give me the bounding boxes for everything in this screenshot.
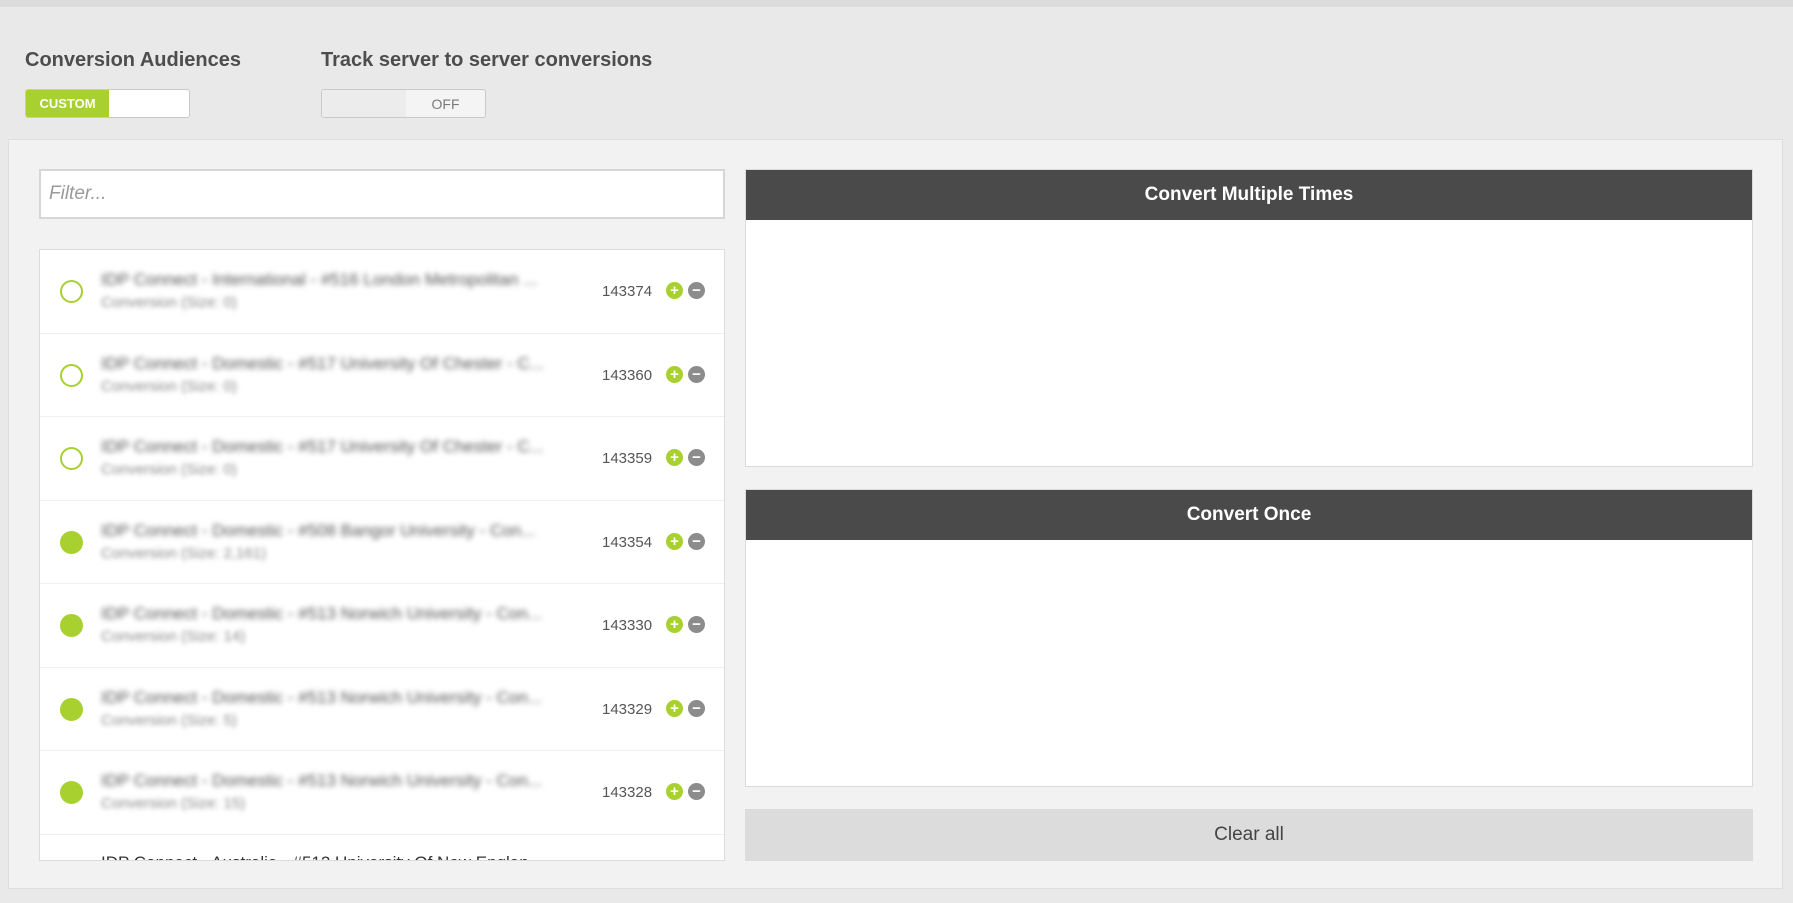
plus-circle-icon[interactable]: +	[666, 365, 683, 383]
convert-once-header: Convert Once	[746, 490, 1752, 540]
audience-subtitle: Conversion (Size: 15)	[101, 795, 246, 812]
convert-multiple-times-box[interactable]: Convert Multiple Times	[745, 169, 1753, 467]
audience-title: IDP Connect - Domestic - #517 University…	[101, 353, 544, 373]
minus-circle-icon[interactable]: −	[688, 616, 705, 633]
audience-title: IDP Connect - Domestic - #513 Norwich Un…	[101, 604, 542, 623]
list-item[interactable]: IDP Connect - Domestic - #517 University…	[40, 334, 724, 417]
select-radio[interactable]	[60, 614, 83, 637]
audience-id: 143330	[602, 617, 653, 634]
minus-circle-icon[interactable]: −	[688, 282, 705, 299]
audience-subtitle: Conversion (Size: 14)	[101, 628, 246, 645]
plus-circle-icon[interactable]: +	[666, 783, 683, 800]
audience-id: 143329	[602, 700, 653, 718]
audience-subtitle: Conversion (Size: 0)	[101, 461, 237, 478]
audience-subtitle: Conversion (Size: 0)	[101, 377, 237, 395]
list-item[interactable]: IDP Connect - Domestic - #513 Norwich Un…	[40, 584, 724, 668]
filter-input[interactable]	[39, 169, 725, 219]
server-conversions-group: Track server to server conversions OFF	[321, 49, 653, 118]
audience-title: IDP Connect - Domestic - #508 Bangor Uni…	[101, 520, 536, 540]
top-strip	[0, 0, 1793, 7]
plus-circle-icon[interactable]: +	[666, 449, 683, 466]
audience-title: IDP Connect - Domestic - #513 Norwich Un…	[101, 771, 542, 790]
plus-circle-icon[interactable]: +	[666, 532, 683, 550]
convert-once-box[interactable]: Convert Once	[745, 489, 1753, 787]
audience-title: IDP Connect - Australia - #512 Universit…	[101, 853, 596, 861]
minus-circle-icon[interactable]: −	[688, 532, 705, 550]
audience-list[interactable]: IDP Connect - International - #516 Londo…	[39, 249, 725, 861]
server-conversions-label: Track server to server conversions	[321, 49, 653, 71]
select-radio[interactable]	[60, 280, 83, 303]
audience-id: 143360	[602, 366, 653, 384]
audience-subtitle: Conversion (Size: 2,161)	[101, 544, 267, 562]
convert-multiple-times-header: Convert Multiple Times	[746, 170, 1752, 220]
list-item[interactable]: IDP Connect - Domestic - #513 Norwich Un…	[40, 668, 724, 751]
plus-circle-icon[interactable]: +	[666, 282, 683, 299]
select-radio[interactable]	[60, 530, 83, 554]
server-conversions-toggle[interactable]: OFF	[321, 89, 486, 118]
audience-id: 143374	[602, 283, 653, 300]
minus-circle-icon[interactable]: −	[688, 783, 705, 800]
select-radio[interactable]	[60, 697, 83, 721]
plus-circle-icon[interactable]: +	[666, 616, 683, 633]
list-item[interactable]: IDP Connect - Domestic - #513 Norwich Un…	[40, 751, 724, 835]
list-item[interactable]: IDP Connect - Domestic - #517 University…	[40, 417, 724, 501]
list-item[interactable]: IDP Connect - Australia - #512 Universit…	[40, 835, 724, 861]
select-radio[interactable]	[60, 447, 83, 470]
audience-subtitle: Conversion (Size: 5)	[101, 711, 237, 729]
audience-id: 143354	[602, 533, 653, 551]
audience-id: 143328	[602, 784, 653, 801]
audience-title: IDP Connect - International - #516 Londo…	[101, 270, 538, 289]
audience-panel: IDP Connect - International - #516 Londo…	[8, 139, 1783, 889]
list-item[interactable]: IDP Connect - Domestic - #508 Bangor Uni…	[40, 501, 724, 584]
toggle-knob	[322, 90, 407, 117]
list-item[interactable]: IDP Connect - International - #516 Londo…	[40, 250, 724, 334]
audience-title: IDP Connect - Domestic - #513 Norwich Un…	[101, 687, 542, 707]
toggle-off-label: OFF	[406, 90, 485, 117]
conversion-audiences-group: Conversion Audiences CUSTOM	[25, 49, 241, 118]
minus-circle-icon[interactable]: −	[688, 699, 705, 717]
minus-circle-icon[interactable]: −	[688, 449, 705, 466]
select-radio[interactable]	[60, 363, 83, 387]
conversion-audiences-toggle[interactable]: CUSTOM	[25, 89, 190, 118]
clear-all-button[interactable]: Clear all	[745, 809, 1753, 861]
select-radio[interactable]	[60, 781, 83, 804]
plus-circle-icon[interactable]: +	[666, 699, 683, 717]
audience-subtitle: Conversion (Size: 0)	[101, 294, 237, 311]
conversion-audiences-label: Conversion Audiences	[25, 49, 241, 71]
audience-id: 143359	[602, 450, 653, 467]
audience-title: IDP Connect - Domestic - #517 University…	[101, 437, 544, 456]
toggle-custom-label: CUSTOM	[26, 90, 109, 117]
minus-circle-icon[interactable]: −	[688, 365, 705, 383]
